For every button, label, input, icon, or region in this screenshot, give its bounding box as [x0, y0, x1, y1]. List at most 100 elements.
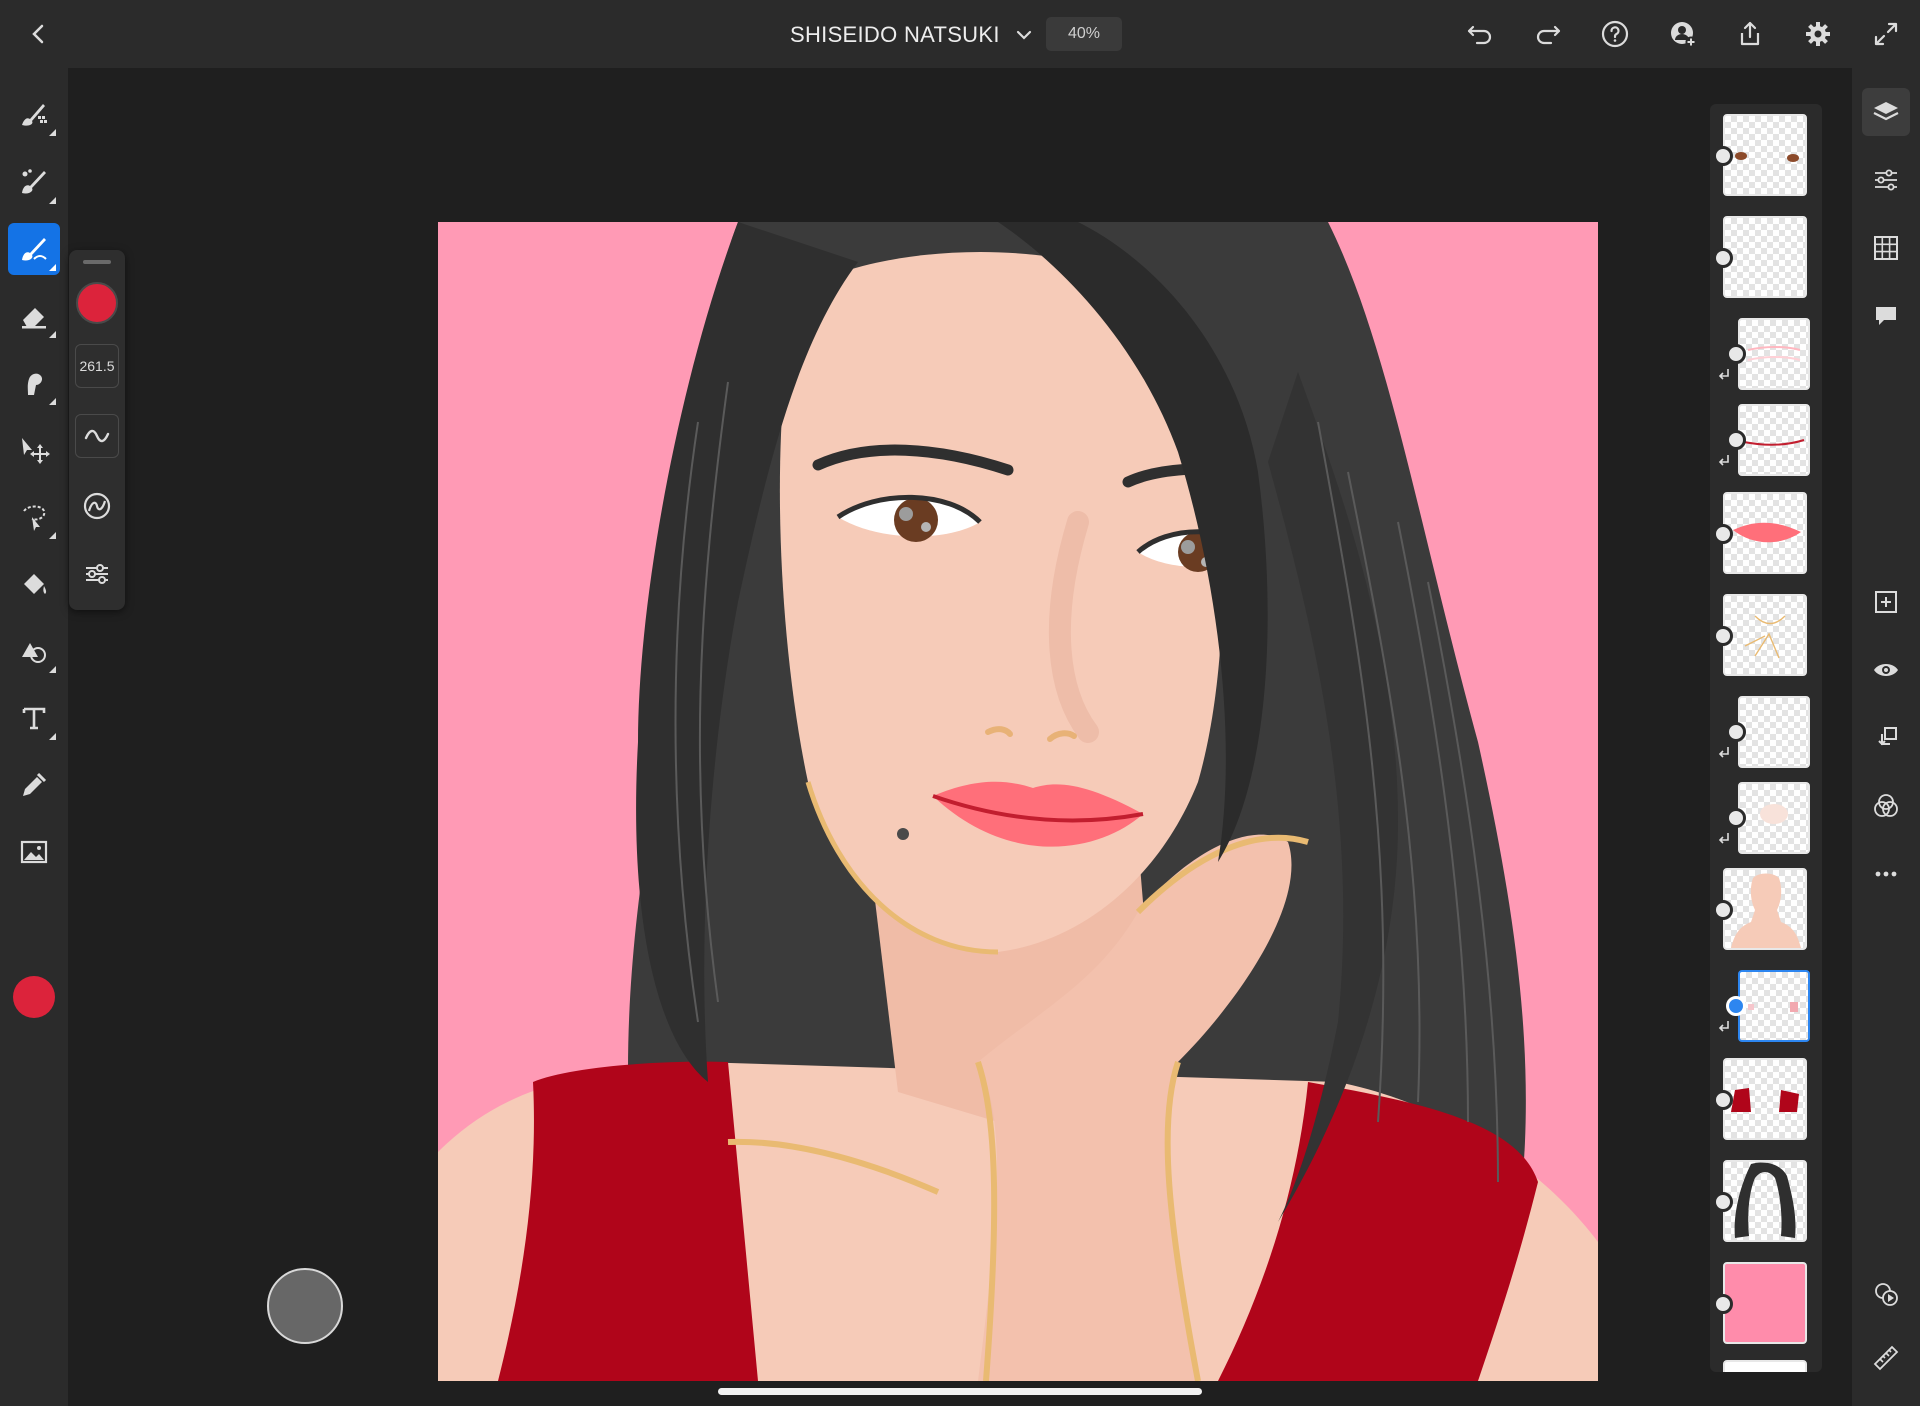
live-brush-tool[interactable] — [8, 156, 60, 208]
text-tool[interactable] — [8, 692, 60, 744]
eraser-tool[interactable] — [8, 290, 60, 342]
properties-button[interactable] — [1862, 156, 1910, 204]
document-title[interactable]: SHISEIDO NATSUKI — [790, 18, 1034, 52]
current-color-swatch[interactable] — [13, 976, 55, 1018]
live-brush-icon — [22, 169, 46, 194]
layer-thumbnail[interactable] — [1723, 1360, 1807, 1372]
brush-size-field[interactable]: 261.5 — [75, 344, 119, 388]
layer-preview — [1731, 1088, 1799, 1112]
top-bar: SHISEIDO NATSUKI 40% — [0, 0, 1920, 68]
smudge-icon — [27, 373, 43, 395]
layer-thumbnail[interactable] — [1723, 1058, 1807, 1140]
comments-button[interactable] — [1862, 292, 1910, 340]
artwork-canvas[interactable] — [438, 222, 1598, 1381]
layer-preview — [1734, 1162, 1796, 1238]
clip-arrow-icon — [1718, 455, 1729, 466]
move-layer-button[interactable] — [1862, 714, 1910, 762]
layer-thumbnail[interactable] — [1723, 114, 1807, 196]
redo-button[interactable] — [1528, 14, 1568, 54]
chevron-down-icon[interactable] — [1014, 25, 1034, 45]
invite-button[interactable] — [1663, 14, 1703, 54]
settings-icon — [1806, 22, 1830, 46]
smudge-tool[interactable] — [8, 357, 60, 409]
layer-visibility-dot[interactable] — [1726, 430, 1746, 450]
transform-tool[interactable] — [8, 424, 60, 476]
more-icon — [1875, 871, 1897, 877]
home-indicator[interactable] — [718, 1388, 1202, 1395]
layer-preview — [1760, 804, 1788, 824]
help-button[interactable] — [1595, 14, 1635, 54]
vector-brush-tool[interactable] — [8, 223, 60, 275]
share-icon — [1740, 21, 1760, 46]
invite-icon — [1671, 22, 1697, 48]
layer-visibility-dot[interactable] — [1713, 146, 1733, 166]
brush-color-swatch[interactable] — [76, 282, 118, 324]
pixel-brush-icon — [22, 104, 47, 126]
fill-icon — [24, 574, 47, 594]
ruler-icon — [1873, 1345, 1899, 1371]
layer-visibility-dot[interactable] — [1726, 344, 1746, 364]
blend-button[interactable] — [1862, 782, 1910, 830]
layer-thumbnail[interactable] — [1738, 404, 1810, 476]
layer-visibility-dot[interactable] — [1713, 524, 1733, 544]
ruler-button[interactable] — [1862, 1334, 1910, 1382]
layer-thumbnail[interactable] — [1738, 318, 1810, 390]
clip-arrow-icon — [1718, 369, 1729, 380]
undo-button[interactable] — [1460, 14, 1500, 54]
fullscreen-button[interactable] — [1866, 14, 1906, 54]
layer-thumbnail[interactable] — [1723, 492, 1807, 574]
share-button[interactable] — [1730, 14, 1770, 54]
layer-thumbnail[interactable] — [1723, 216, 1807, 298]
layer-visibility-dot[interactable] — [1713, 1294, 1733, 1314]
layer-preview — [1744, 615, 1786, 659]
layer-visibility-dot[interactable] — [1713, 248, 1733, 268]
layer-visibility-dot[interactable] — [1713, 1090, 1733, 1110]
layer-thumbnail[interactable] — [1723, 1262, 1807, 1344]
move-layer-icon — [1878, 727, 1897, 746]
layer-preview — [1733, 522, 1801, 543]
right-toolbar — [1852, 68, 1920, 1406]
selection-tool[interactable] — [8, 491, 60, 543]
settings-button[interactable] — [1798, 14, 1838, 54]
fill-tool[interactable] — [8, 558, 60, 610]
timelapse-button[interactable] — [1862, 1270, 1910, 1318]
layer-thumbnail[interactable] — [1723, 1160, 1807, 1242]
taper-button[interactable] — [75, 484, 119, 528]
canvas-area[interactable]: 261.5 — [68, 68, 1852, 1406]
layer-thumbnail[interactable] — [1738, 696, 1810, 768]
smoothing-button[interactable] — [75, 414, 119, 458]
layer-visibility-dot[interactable] — [1713, 1192, 1733, 1212]
layer-visibility-dot[interactable] — [1726, 808, 1746, 828]
eraser-icon — [22, 308, 46, 329]
back-button[interactable] — [18, 14, 58, 54]
layer-visibility-dot-selected[interactable] — [1726, 996, 1746, 1016]
layer-visibility-dot[interactable] — [1713, 900, 1733, 920]
more-button[interactable] — [1862, 850, 1910, 898]
add-layer-button[interactable] — [1862, 578, 1910, 626]
layer-preview — [1731, 873, 1801, 948]
zoom-level[interactable]: 40% — [1046, 17, 1122, 51]
brush-settings-button[interactable] — [75, 552, 119, 596]
layer-thumbnail-selected[interactable] — [1738, 970, 1810, 1042]
brush-settings-icon — [86, 564, 108, 584]
touch-modifier-button[interactable] — [267, 1268, 343, 1344]
image-tool[interactable] — [8, 826, 60, 878]
panel-drag-handle[interactable] — [83, 260, 111, 264]
layer-visibility-dot[interactable] — [1713, 626, 1733, 646]
document-title-text: SHISEIDO NATSUKI — [790, 22, 1000, 47]
eyedropper-tool[interactable] — [8, 759, 60, 811]
layer-thumbnail[interactable] — [1723, 594, 1807, 676]
visibility-button[interactable] — [1862, 646, 1910, 694]
visibility-icon — [1874, 664, 1898, 676]
taper-icon — [83, 492, 111, 520]
layers-button[interactable] — [1862, 88, 1910, 136]
grid-button[interactable] — [1862, 224, 1910, 272]
layer-visibility-dot[interactable] — [1726, 722, 1746, 742]
layer-thumbnail[interactable] — [1738, 782, 1810, 854]
layer-thumbnail[interactable] — [1723, 868, 1807, 950]
comments-icon — [1876, 307, 1896, 325]
shape-tool[interactable] — [8, 625, 60, 677]
layer-preview — [1748, 1002, 1798, 1012]
clip-arrow-icon — [1718, 833, 1729, 844]
pixel-brush-tool[interactable] — [8, 88, 60, 140]
